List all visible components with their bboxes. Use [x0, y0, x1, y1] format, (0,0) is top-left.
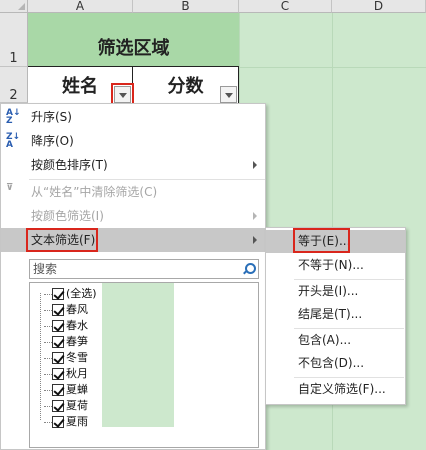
search-icon[interactable]: [241, 262, 256, 276]
checkbox-checked[interactable]: [52, 352, 64, 364]
submenu-custom-filter[interactable]: 自定义筛选(F)...: [266, 378, 405, 401]
checkbox-checked[interactable]: [52, 400, 64, 412]
submenu-arrow-icon: [253, 161, 257, 169]
submenu-not-equals[interactable]: 不等于(N)...: [266, 254, 405, 277]
clear-filter-icon: ⊽: [6, 183, 14, 193]
list-item[interactable]: 秋月: [44, 366, 88, 382]
sort-descending-icon: Z↓ A: [6, 132, 21, 150]
column-header-b[interactable]: B: [133, 0, 239, 13]
column-header-c[interactable]: C: [239, 0, 332, 13]
submenu-ends-with[interactable]: 结尾是(T)...: [266, 303, 405, 326]
menu-sort-ascending[interactable]: A↓ Z 升序(S): [1, 105, 265, 129]
list-background: [102, 283, 174, 427]
checkbox-checked[interactable]: [52, 416, 64, 428]
cell-title[interactable]: 筛选区域: [28, 13, 239, 67]
menu-filter-by-color[interactable]: 按颜色筛选(I): [1, 204, 265, 228]
column-header-a[interactable]: A: [28, 0, 133, 13]
list-item[interactable]: 夏荷: [44, 398, 88, 414]
row-header-1[interactable]: 1: [0, 13, 28, 67]
highlight-box: [111, 83, 134, 105]
text-filter-submenu: 等于(E)... 不等于(N)... 开头是(I)... 结尾是(T)... 包…: [265, 227, 406, 405]
checkbox-checked[interactable]: [52, 288, 64, 300]
checkbox-checked[interactable]: [52, 368, 64, 380]
menu-sort-descending[interactable]: Z↓ A 降序(O): [1, 129, 265, 153]
list-item[interactable]: 春笋: [44, 334, 88, 350]
checkbox-checked[interactable]: [52, 304, 64, 316]
select-all-corner[interactable]: [0, 0, 28, 13]
list-item[interactable]: 春风: [44, 302, 88, 318]
list-item-select-all[interactable]: (全选): [44, 286, 97, 302]
checkbox-checked[interactable]: [52, 320, 64, 332]
filter-value-list[interactable]: (全选) 春风 春水 春笋 冬雪 秋月 夏蝉 夏荷 夏雨: [29, 282, 259, 448]
submenu-contains[interactable]: 包含(A)...: [266, 329, 405, 352]
list-item[interactable]: 春水: [44, 318, 88, 334]
filter-menu: A↓ Z 升序(S) Z↓ A 降序(O) 按颜色排序(T) ⊽ 从“姓名”中清除筛…: [0, 103, 266, 450]
filter-dropdown-score[interactable]: [220, 86, 237, 103]
row-header-2[interactable]: 2: [0, 67, 28, 103]
menu-sort-by-color[interactable]: 按颜色排序(T): [1, 153, 265, 177]
tree-line: [40, 293, 41, 420]
search-input[interactable]: 搜索: [29, 259, 259, 279]
list-item[interactable]: 冬雪: [44, 350, 88, 366]
highlight-box: [26, 228, 98, 252]
highlight-box: [293, 228, 350, 253]
checkbox-checked[interactable]: [52, 336, 64, 348]
sort-ascending-icon: A↓ Z: [6, 108, 21, 126]
submenu-arrow-icon: [253, 212, 257, 220]
list-item[interactable]: 夏雨: [44, 414, 88, 430]
checkbox-checked[interactable]: [52, 384, 64, 396]
submenu-not-contains[interactable]: 不包含(D)...: [266, 352, 405, 375]
submenu-arrow-icon: [253, 236, 257, 244]
menu-clear-filter[interactable]: ⊽ 从“姓名”中清除筛选(C): [1, 180, 265, 204]
column-header-d[interactable]: D: [332, 0, 426, 13]
submenu-begins-with[interactable]: 开头是(I)...: [266, 280, 405, 303]
list-item[interactable]: 夏蝉: [44, 382, 88, 398]
